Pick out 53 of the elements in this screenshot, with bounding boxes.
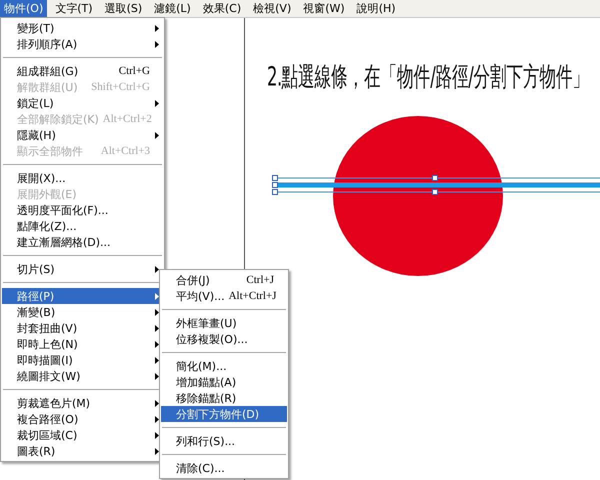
- submenu-arrow-icon: [154, 416, 158, 422]
- menu-item[interactable]: 位移複製(O)...: [161, 331, 287, 347]
- menu-item[interactable]: 繞圖排文(W): [2, 368, 163, 384]
- menu-bar-item[interactable]: 效果(C): [198, 0, 246, 17]
- menu-item[interactable]: 即時描圖(I): [2, 352, 163, 368]
- menu-item[interactable]: 增加錨點(A): [161, 374, 287, 390]
- selected-line[interactable]: [272, 175, 600, 195]
- submenu-arrow-icon: [154, 24, 158, 32]
- menu-item[interactable]: 清除(C)...: [161, 460, 287, 476]
- menu-item[interactable]: 移除錨點(R): [161, 390, 287, 406]
- menu-item[interactable]: 鎖定(L): [2, 95, 163, 111]
- menu-bar-item[interactable]: 物件(O): [0, 0, 48, 17]
- menu-item[interactable]: 剪裁遮色片(M): [2, 395, 163, 411]
- submenu-arrow-icon: [154, 448, 158, 454]
- menu-bar-item[interactable]: 濾鏡(L): [150, 0, 195, 17]
- menu-item[interactable]: 變形(T): [2, 20, 163, 36]
- menu-item[interactable]: 漸變(B): [2, 304, 163, 320]
- menu-item[interactable]: 圖表(R): [2, 443, 163, 459]
- submenu-arrow-icon: [154, 100, 158, 106]
- menu-item[interactable]: 組成群組(G) Ctrl+G: [2, 63, 163, 79]
- submenu-arrow-icon: [154, 432, 158, 438]
- menu-item[interactable]: 複合路徑(O): [2, 411, 163, 427]
- menu-item[interactable]: 封套扭曲(V): [2, 320, 163, 336]
- menu-item[interactable]: 隱藏(H): [2, 127, 163, 143]
- submenu-arrow-icon: [154, 340, 158, 348]
- menu-item[interactable]: 點陣化(Z)...: [2, 218, 163, 234]
- submenu-arrow-icon: [154, 132, 158, 138]
- menu-item[interactable]: 分割下方物件(D): [161, 406, 287, 422]
- menu-bar-item[interactable]: 文字(T): [51, 0, 97, 17]
- menu-item[interactable]: 即時上色(N): [2, 336, 163, 352]
- menu-item[interactable]: 建立漸層網格(D)...: [2, 234, 163, 250]
- menu-item[interactable]: 合併(J) Ctrl+J: [161, 272, 287, 288]
- menu-bar-item[interactable]: 視窗(W): [299, 0, 349, 17]
- menu-item[interactable]: 裁切區域(C): [2, 427, 163, 443]
- menu-item[interactable]: 透明度平面化(F)...: [2, 202, 163, 218]
- menu-item[interactable]: 外框筆畫(U): [161, 315, 287, 331]
- menu-item[interactable]: 平均(V)... Alt+Ctrl+J: [161, 288, 287, 304]
- menu-item[interactable]: 展開(X)...: [2, 170, 163, 186]
- menu-item[interactable]: 切片(S): [2, 261, 163, 277]
- menu-item[interactable]: 簡化(M)...: [161, 358, 287, 374]
- submenu-arrow-icon: [154, 356, 158, 364]
- menu-item[interactable]: 列和行(S)...: [161, 433, 287, 449]
- menu-bar-item[interactable]: 說明(H): [352, 0, 400, 17]
- submenu-arrow-icon: [154, 266, 158, 272]
- submenu-arrow-icon: [154, 400, 158, 406]
- submenu-arrow-icon: [154, 324, 158, 332]
- submenu-arrow-icon: [154, 372, 158, 380]
- menu-item[interactable]: 排列順序(A): [2, 36, 163, 52]
- menu-bar-item[interactable]: 檢視(V): [249, 0, 296, 17]
- submenu-arrow-icon: [154, 308, 158, 316]
- submenu-arrow-icon: [154, 40, 158, 48]
- menu-bar-item[interactable]: 選取(S): [100, 0, 146, 17]
- instruction-heading: 2.點選線條，在「物件/路徑/分割下方物件」: [267, 60, 590, 94]
